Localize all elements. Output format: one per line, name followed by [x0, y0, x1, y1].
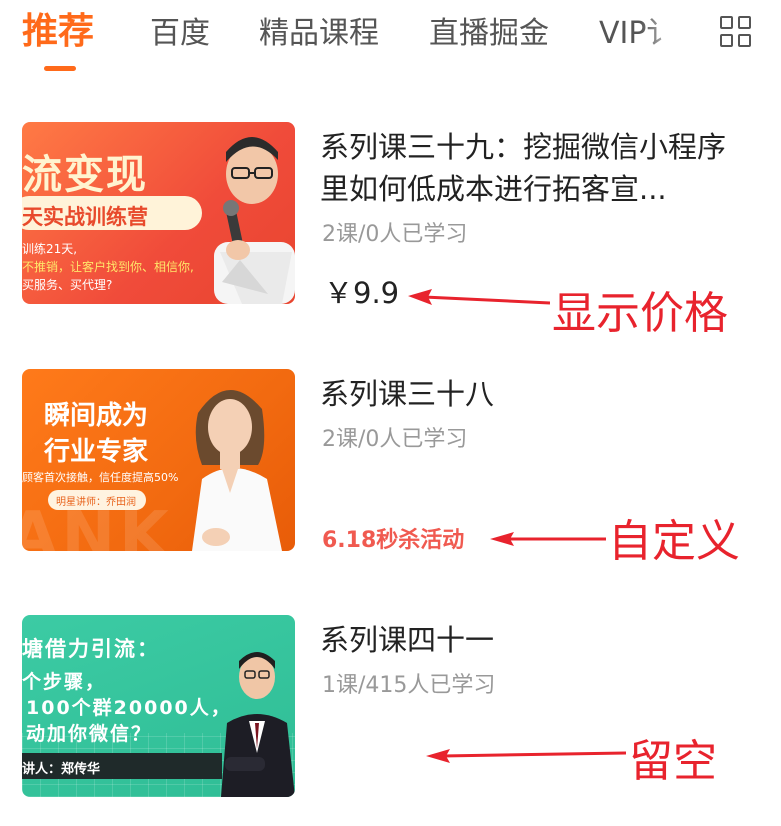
- active-tab-indicator: [44, 66, 76, 71]
- tab-live[interactable]: 直播掘金: [429, 14, 549, 54]
- course-lessons-learners: 2课/0人已学习: [322, 222, 468, 247]
- grid-menu-icon[interactable]: [720, 16, 752, 48]
- course-thumbnail[interactable]: 流变现 天实战训练营 训练21天, 不推销，让客户找到你、相信你, 买服务、买代…: [22, 122, 295, 304]
- course-title[interactable]: 系列课三十九：挖掘微信小程序里如何低成本进行拓客宣...: [320, 126, 740, 210]
- course-price: ￥9.9: [324, 276, 400, 310]
- tab-recommend[interactable]: 推荐: [22, 10, 94, 54]
- course-title[interactable]: 系列课四十一: [320, 619, 740, 661]
- arrow-left-icon: [490, 532, 606, 546]
- tab-baidu[interactable]: 百度: [150, 14, 210, 54]
- presenter-photo: [192, 389, 282, 551]
- annotation-show-price: 显示价格: [552, 288, 728, 339]
- course-title[interactable]: 系列课三十八: [320, 373, 740, 415]
- presenter-photo: [221, 652, 295, 797]
- course-thumbnail[interactable]: ANK 瞬间成为 行业专家 顾客首次接触，信任度提高50% 明星讲师：乔田润: [22, 369, 295, 551]
- tab-premium-courses[interactable]: 精品课程: [259, 14, 379, 54]
- course-lessons-learners: 2课/0人已学习: [322, 427, 468, 452]
- arrow-left-icon: [408, 289, 550, 305]
- presenter-photo: [214, 137, 295, 304]
- annotation-leave-empty: 留空: [629, 736, 717, 787]
- course-thumbnail[interactable]: 塘借力引流： 个步骤， 100个群20000人， 动加你微信？ 讲人：郑传华: [22, 615, 295, 797]
- course-lessons-learners: 1课/415人已学习: [322, 673, 496, 698]
- category-tab-bar: 推荐 百度 精品课程 直播掘金 VIP讠: [0, 0, 781, 90]
- course-promo-label: 6.18秒杀活动: [322, 528, 465, 553]
- annotation-custom: 自定义: [608, 516, 740, 567]
- arrow-left-icon: [426, 749, 626, 763]
